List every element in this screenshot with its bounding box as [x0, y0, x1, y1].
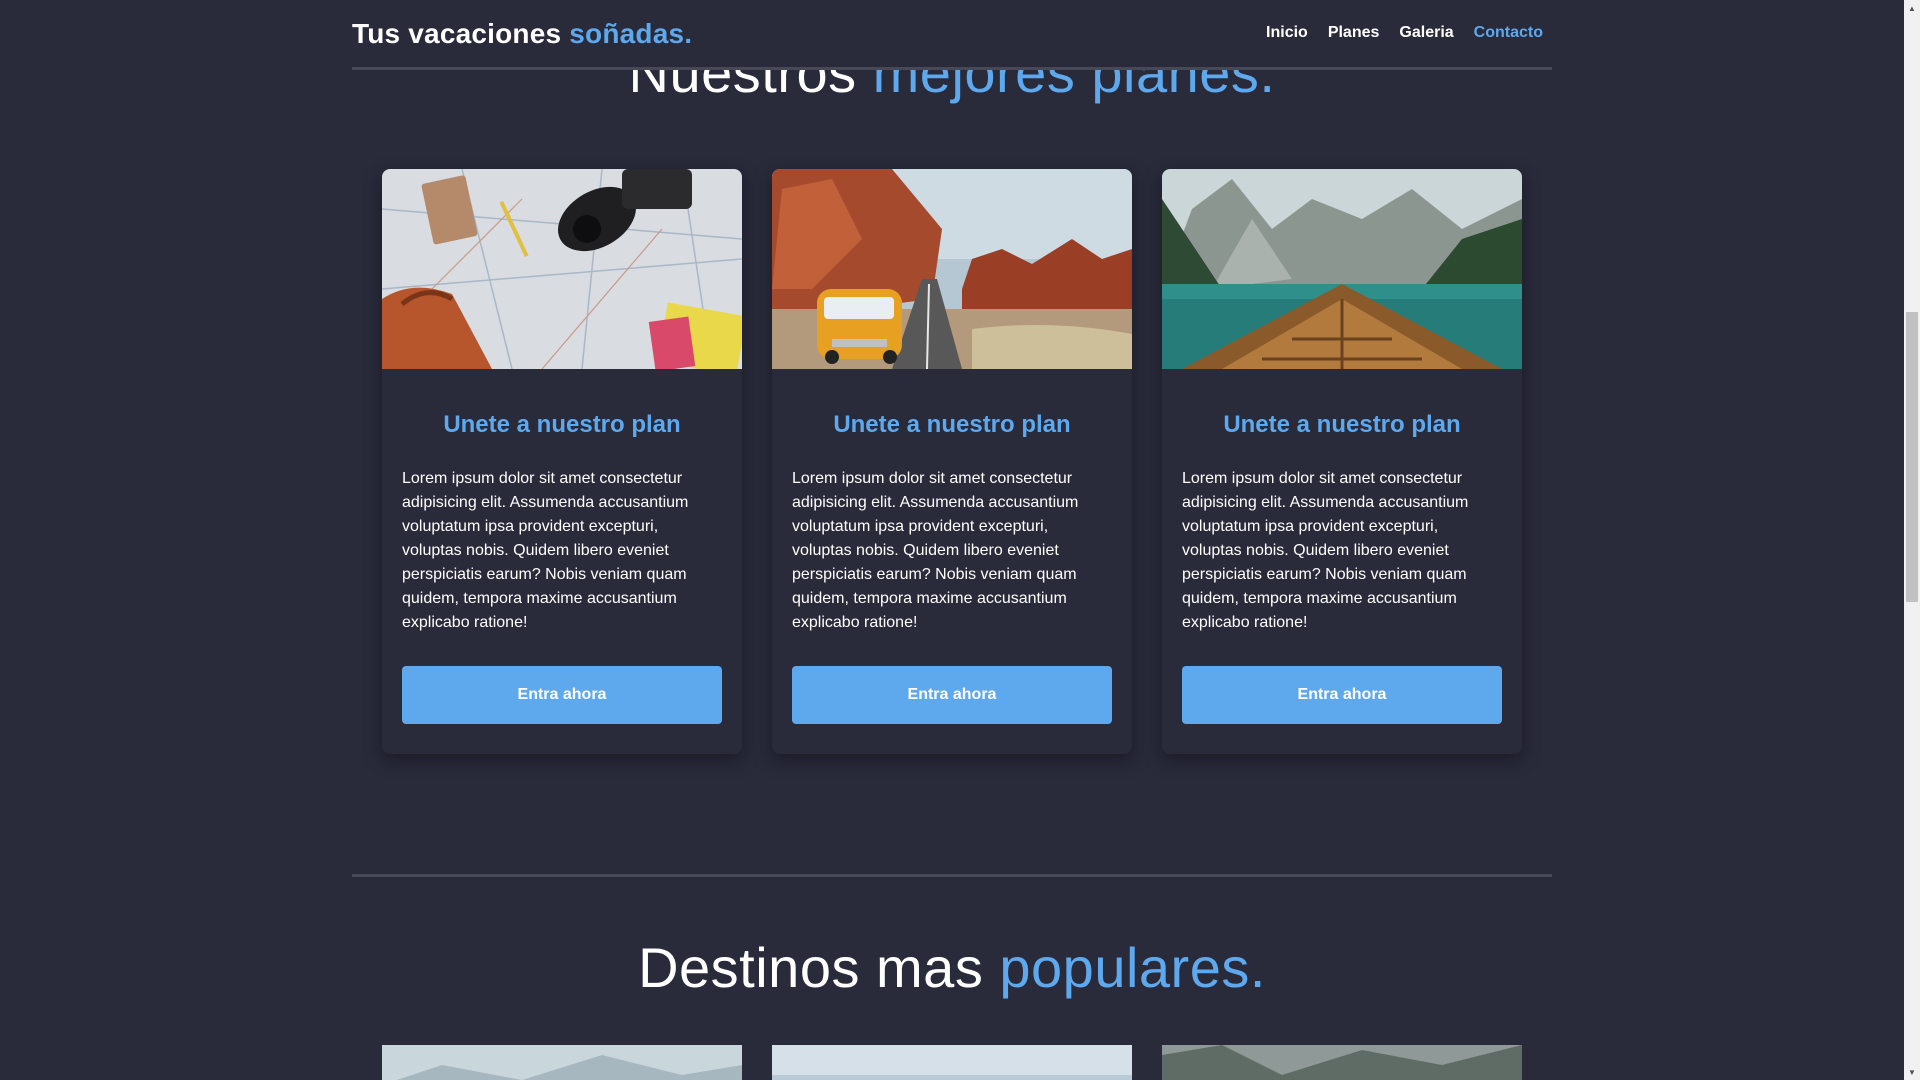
- plan-card: Unete a nuestro plan Lorem ipsum dolor s…: [382, 169, 742, 754]
- card-title: Unete a nuestro plan: [443, 411, 681, 438]
- enter-now-button[interactable]: Entra ahora: [1182, 666, 1502, 724]
- desert-road-van-photo: [772, 169, 1132, 369]
- destination-photo[interactable]: [772, 1045, 1132, 1080]
- scroll-up-arrow-icon[interactable]: ▲: [1904, 0, 1920, 16]
- nav-link-inicio[interactable]: Inicio: [1266, 24, 1308, 42]
- page-scrollbar[interactable]: ▲ ▼: [1904, 0, 1920, 1080]
- destinos-title-main: Destinos mas: [638, 936, 1000, 999]
- enter-now-button[interactable]: Entra ahora: [402, 666, 722, 724]
- mountain-lake-boat-photo: [1162, 169, 1522, 369]
- nav-link-contacto[interactable]: Contacto: [1474, 24, 1543, 42]
- destinos-title-accent: populares.: [999, 936, 1266, 999]
- card-text: Lorem ipsum dolor sit amet consectetur a…: [792, 470, 1079, 631]
- destination-images-row: [382, 1045, 1522, 1080]
- plan-card: Unete a nuestro plan Lorem ipsum dolor s…: [1162, 169, 1522, 754]
- nav-link-planes[interactable]: Planes: [1328, 24, 1380, 42]
- plan-card: Unete a nuestro plan Lorem ipsum dolor s…: [772, 169, 1132, 754]
- destination-photo[interactable]: [1162, 1045, 1522, 1080]
- main-nav: Inicio Planes Galeria Contacto: [1266, 24, 1543, 42]
- card-title: Unete a nuestro plan: [833, 411, 1071, 438]
- plan-cards: Unete a nuestro plan Lorem ipsum dolor s…: [382, 169, 1522, 754]
- site-header: Tus vacaciones soñadas. Inicio Planes Ga…: [352, 0, 1552, 70]
- card-title: Unete a nuestro plan: [1223, 411, 1461, 438]
- card-text: Lorem ipsum dolor sit amet consectetur a…: [402, 470, 689, 631]
- card-text: Lorem ipsum dolor sit amet consectetur a…: [1182, 470, 1469, 631]
- brand-logo[interactable]: Tus vacaciones soñadas.: [352, 18, 692, 50]
- enter-now-button[interactable]: Entra ahora: [792, 666, 1112, 724]
- nav-link-galeria[interactable]: Galeria: [1399, 24, 1453, 42]
- destination-photo[interactable]: [382, 1045, 742, 1080]
- brand-main-text: Tus vacaciones: [352, 18, 570, 49]
- travel-map-camera-backpack-photo: [382, 169, 742, 369]
- scrollbar-thumb[interactable]: [1906, 312, 1918, 602]
- page: Nuestros mejores planes. Tus vacaciones …: [0, 0, 1904, 1080]
- destinos-section-title: Destinos mas populares.: [0, 935, 1904, 1000]
- brand-accent-text: soñadas.: [569, 18, 693, 49]
- scroll-down-arrow-icon[interactable]: ▼: [1904, 1064, 1920, 1080]
- section-divider: [352, 874, 1552, 877]
